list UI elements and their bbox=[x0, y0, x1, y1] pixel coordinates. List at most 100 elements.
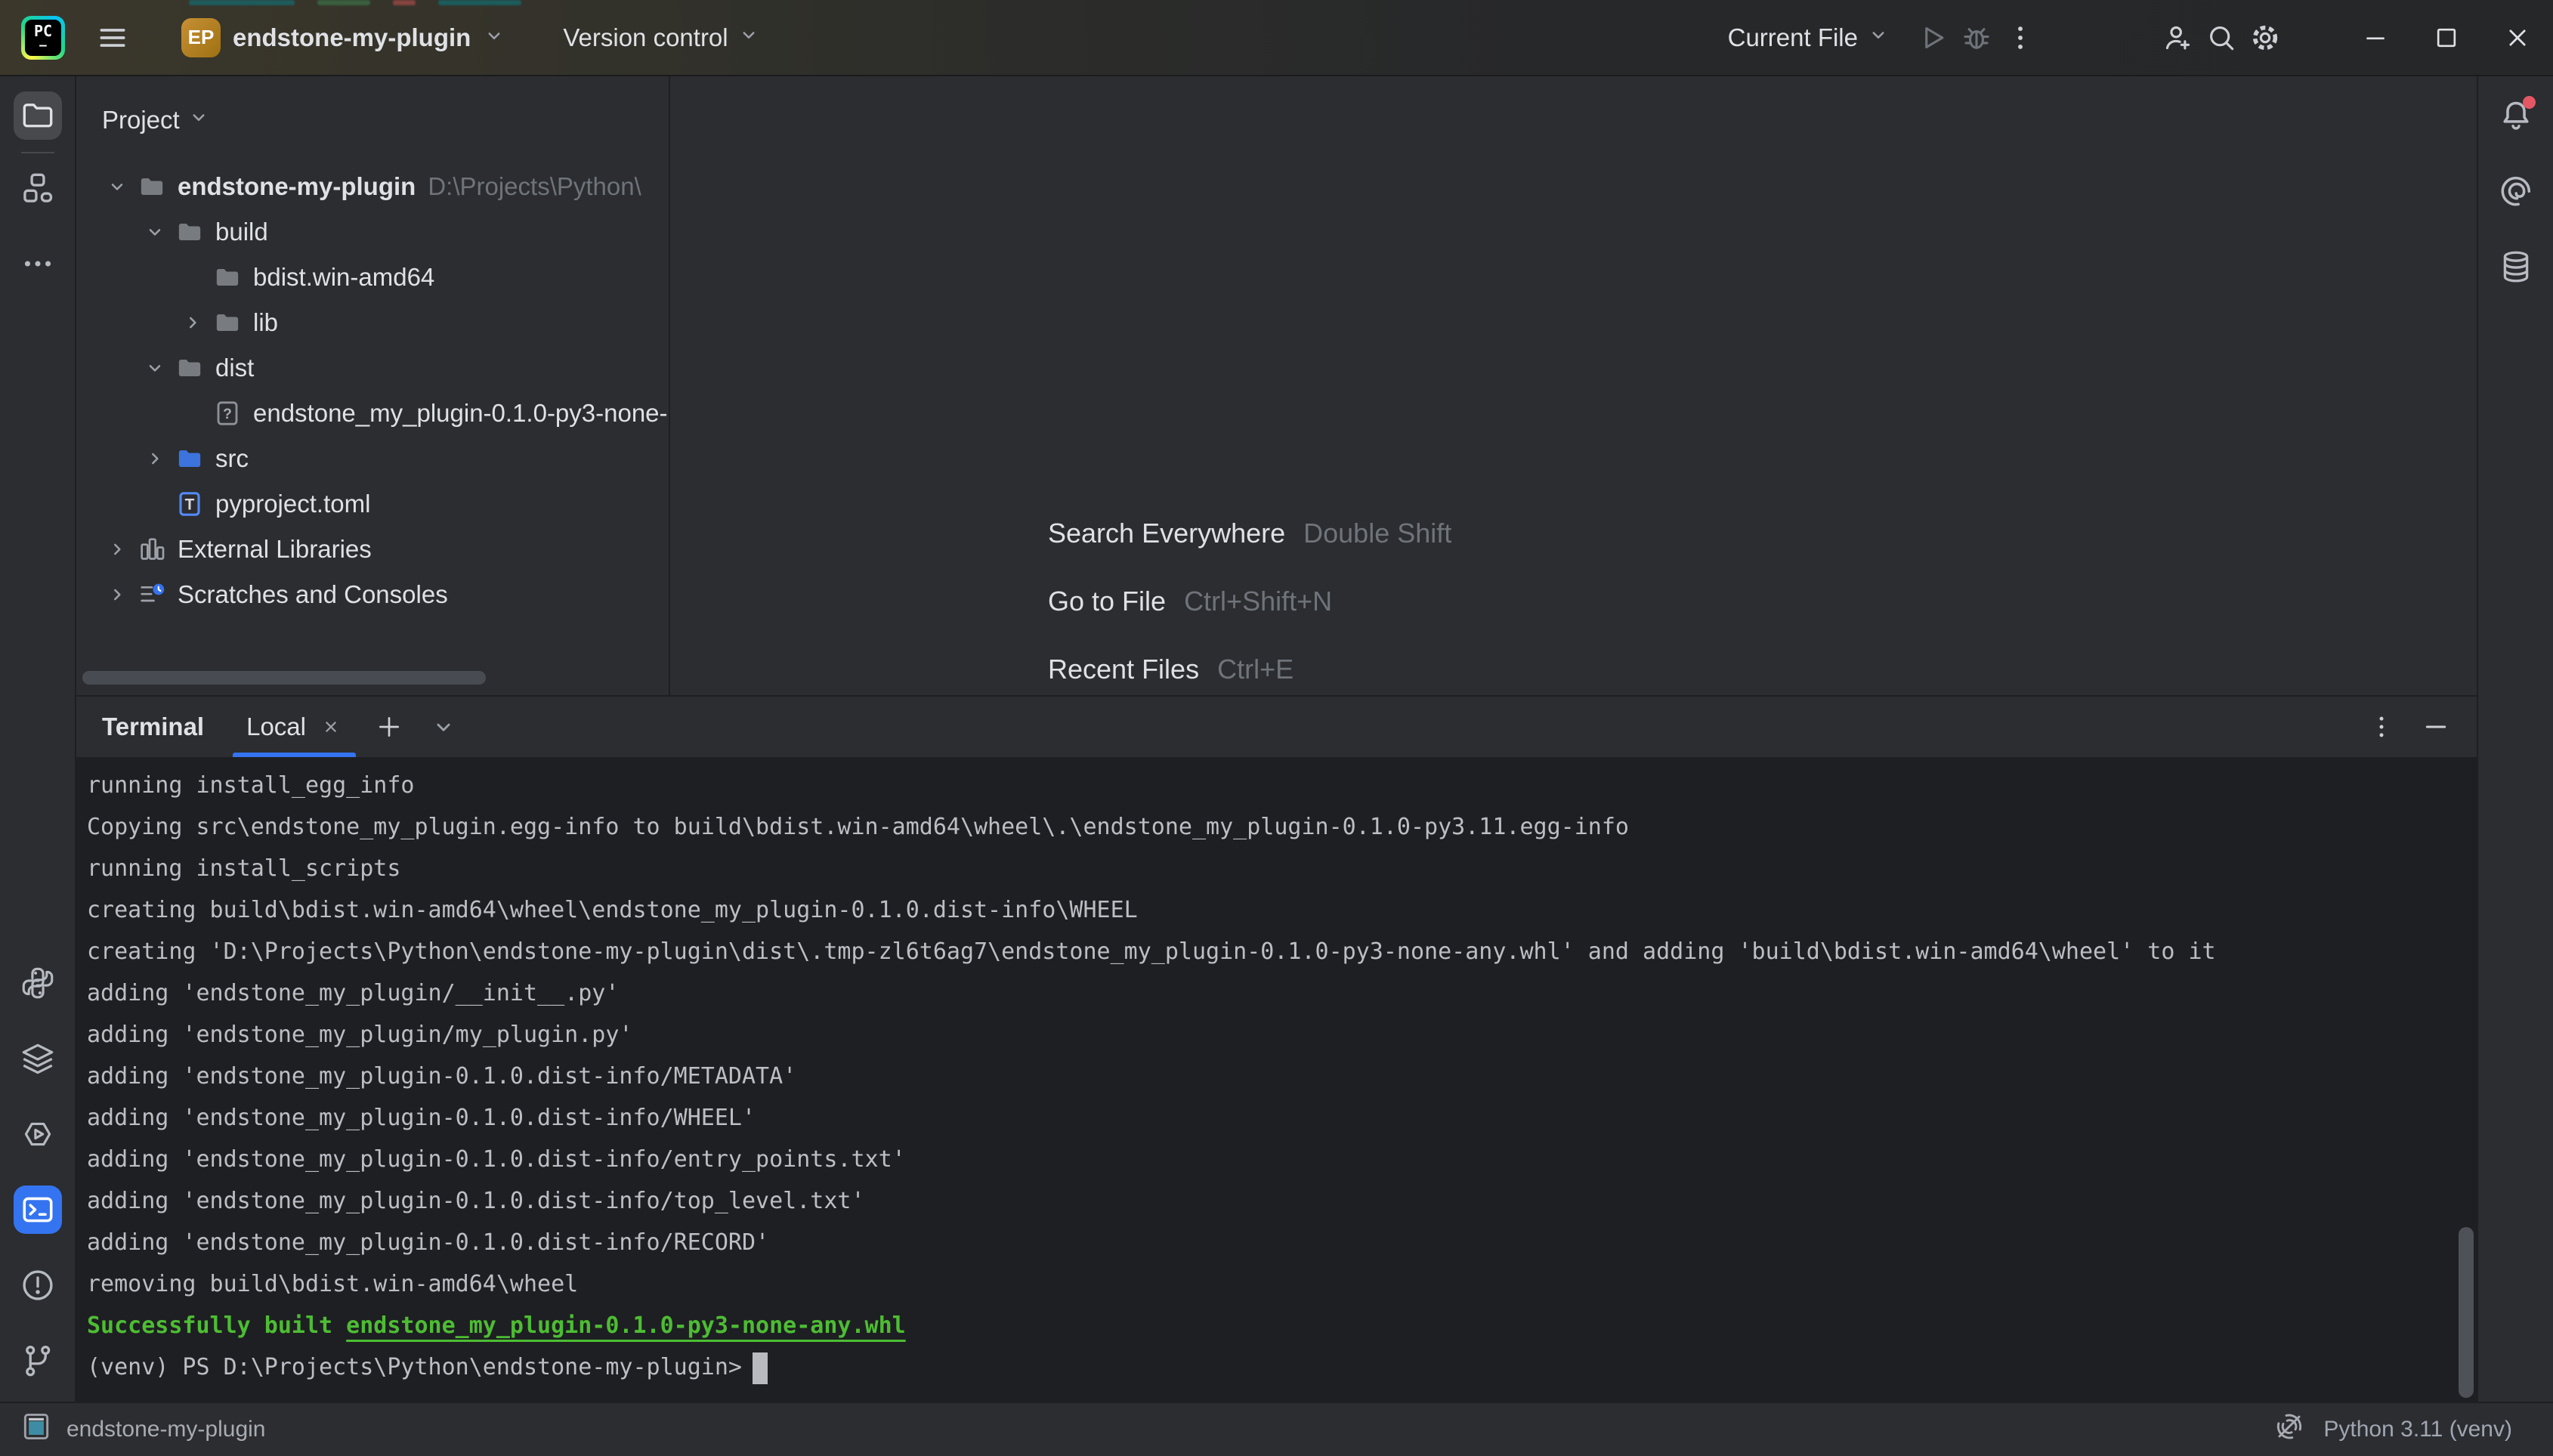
terminal-line: running install_egg_info bbox=[87, 765, 2477, 806]
terminal-line: adding 'endstone_my_plugin-0.1.0.dist-in… bbox=[87, 1222, 2477, 1263]
libraries-icon bbox=[135, 533, 168, 566]
version-control-icon[interactable] bbox=[14, 1337, 62, 1385]
terminal-tab-dropdown-icon[interactable] bbox=[422, 706, 465, 748]
chevron-spacer bbox=[140, 489, 170, 519]
shortcut-hint-recent-files: Recent FilesCtrl+E bbox=[1048, 635, 1451, 695]
chevron-down-icon[interactable] bbox=[140, 217, 170, 247]
settings-gear-icon[interactable] bbox=[2243, 16, 2287, 60]
chevron-down-icon bbox=[483, 24, 505, 51]
tree-item-external-libraries[interactable]: External Libraries bbox=[76, 527, 669, 572]
chevron-down-icon bbox=[187, 106, 210, 134]
file-toml-icon: T bbox=[173, 487, 206, 521]
tree-item-endstone-my-plugin-0-1-0-py3-none-any-whl[interactable]: ?endstone_my_plugin-0.1.0-py3-none-any.w… bbox=[76, 391, 669, 436]
tree-item-lib[interactable]: lib bbox=[76, 300, 669, 345]
chevron-spacer bbox=[178, 262, 208, 292]
minimize-icon[interactable] bbox=[2340, 4, 2411, 72]
project-tree: endstone-my-pluginD:\Projects\Python\bui… bbox=[76, 164, 669, 617]
tree-item-endstone-my-plugin[interactable]: endstone-my-pluginD:\Projects\Python\ bbox=[76, 164, 669, 209]
ai-assistant-icon[interactable] bbox=[2492, 167, 2540, 215]
shortcut-action: Go to File bbox=[1048, 586, 1166, 617]
tree-item-label: Scratches and Consoles bbox=[178, 580, 448, 609]
tree-item-dist[interactable]: dist bbox=[76, 345, 669, 391]
tree-item-src[interactable]: src bbox=[76, 436, 669, 481]
project-widget[interactable]: EP endstone-my-plugin bbox=[174, 14, 513, 62]
python-console-icon[interactable] bbox=[14, 1110, 62, 1158]
terminal-tool-window: Terminal Local bbox=[76, 695, 2477, 1402]
project-tool-window: Project endstone-my-pluginD:\Projects\Py… bbox=[76, 76, 670, 695]
terminal-options-icon[interactable] bbox=[2360, 706, 2403, 748]
debug-icon[interactable] bbox=[1955, 16, 1998, 60]
background-window-edge bbox=[189, 0, 295, 5]
hide-tool-window-icon[interactable] bbox=[2415, 706, 2457, 748]
svg-text:T: T bbox=[185, 496, 195, 514]
terminal-header: Terminal Local bbox=[76, 697, 2477, 757]
horizontal-scrollbar-thumb[interactable] bbox=[82, 671, 486, 685]
stripe-divider bbox=[21, 152, 54, 153]
run-configuration-widget[interactable]: Current File bbox=[1728, 23, 1890, 52]
vertical-scrollbar-thumb[interactable] bbox=[2459, 1227, 2474, 1398]
project-panel-header[interactable]: Project bbox=[76, 76, 669, 143]
interpreter-widget[interactable]: Python 3.11 (venv) bbox=[2272, 1409, 2512, 1450]
terminal-output[interactable]: running install_egg_infoCopying src\ends… bbox=[76, 757, 2477, 1402]
terminal-line: adding 'endstone_my_plugin/my_plugin.py' bbox=[87, 1014, 2477, 1056]
folder-icon bbox=[211, 306, 244, 339]
new-terminal-tab-icon[interactable] bbox=[368, 706, 410, 748]
folder-icon bbox=[173, 215, 206, 249]
window-preview-icon bbox=[20, 1410, 53, 1449]
tree-item-pyproject-toml[interactable]: Tpyproject.toml bbox=[76, 481, 669, 527]
interpreter-icon bbox=[2272, 1409, 2307, 1450]
chevron-right-icon[interactable] bbox=[178, 308, 208, 338]
shortcut-keys: Ctrl+E bbox=[1217, 654, 1293, 685]
tree-item-bdist-win-amd64[interactable]: bdist.win-amd64 bbox=[76, 255, 669, 300]
wheel-file-link[interactable]: endstone_my_plugin-0.1.0-py3-none-any.wh… bbox=[346, 1312, 906, 1339]
folder-source-icon bbox=[173, 442, 206, 475]
success-text: Successfully built bbox=[87, 1312, 346, 1339]
shortcut-hint-search-everywhere: Search Everywhere Double Shift bbox=[1048, 499, 1451, 567]
window-controls bbox=[2340, 4, 2553, 72]
folder-icon bbox=[173, 351, 206, 385]
background-window-edge bbox=[393, 0, 416, 5]
structure-icon[interactable] bbox=[14, 164, 62, 212]
content-area: Project endstone-my-pluginD:\Projects\Py… bbox=[76, 76, 2477, 1402]
left-toolbar bbox=[0, 76, 76, 1402]
terminal-line: creating build\bdist.win-amd64\wheel\end… bbox=[87, 889, 2477, 931]
services-icon[interactable] bbox=[14, 1034, 62, 1083]
chevron-right-icon[interactable] bbox=[140, 444, 170, 474]
background-window-edge bbox=[317, 0, 370, 5]
search-icon[interactable] bbox=[2199, 16, 2243, 60]
tree-item-label: External Libraries bbox=[178, 535, 372, 564]
prompt-text: (venv) PS D:\Projects\Python\endstone-my… bbox=[87, 1354, 742, 1380]
run-icon[interactable] bbox=[1911, 16, 1955, 60]
notifications-icon[interactable] bbox=[2492, 91, 2540, 140]
shortcut-action: Search Everywhere bbox=[1048, 518, 1285, 549]
project-widget-label: endstone-my-plugin bbox=[233, 23, 471, 52]
code-with-me-icon[interactable] bbox=[2156, 16, 2199, 60]
tree-item-build[interactable]: build bbox=[76, 209, 669, 255]
more-icon[interactable] bbox=[14, 240, 62, 288]
menu-icon[interactable] bbox=[91, 16, 134, 60]
more-actions-icon[interactable] bbox=[1998, 16, 2042, 60]
chevron-down-icon[interactable] bbox=[140, 353, 170, 383]
terminal-line: adding 'endstone_my_plugin-0.1.0.dist-in… bbox=[87, 1056, 2477, 1097]
close-icon[interactable] bbox=[2482, 4, 2553, 72]
chevron-right-icon[interactable] bbox=[102, 580, 132, 610]
version-control-label: Version control bbox=[563, 23, 728, 52]
chevron-right-icon[interactable] bbox=[102, 534, 132, 564]
terminal-icon[interactable] bbox=[14, 1186, 62, 1234]
status-bar: endstone-my-plugin Python 3.11 (venv) bbox=[0, 1402, 2553, 1456]
chevron-down-icon[interactable] bbox=[102, 172, 132, 202]
problems-icon[interactable] bbox=[14, 1261, 62, 1309]
project-folder-icon[interactable] bbox=[14, 91, 62, 140]
version-control-widget[interactable]: Version control bbox=[563, 23, 759, 52]
run-configuration-label: Current File bbox=[1728, 23, 1858, 52]
terminal-line: adding 'endstone_my_plugin-0.1.0.dist-in… bbox=[87, 1139, 2477, 1180]
database-icon[interactable] bbox=[2492, 243, 2540, 291]
tree-item-scratches-and-consoles[interactable]: Scratches and Consoles bbox=[76, 572, 669, 617]
file-unknown-icon: ? bbox=[211, 397, 244, 430]
right-toolbar bbox=[2477, 76, 2553, 1402]
maximize-icon[interactable] bbox=[2411, 4, 2482, 72]
terminal-tab-local[interactable]: Local bbox=[233, 697, 356, 757]
tab-close-icon[interactable] bbox=[320, 716, 342, 738]
python-packages-icon[interactable] bbox=[14, 959, 62, 1007]
shortcut-keys: Double Shift bbox=[1303, 518, 1451, 549]
